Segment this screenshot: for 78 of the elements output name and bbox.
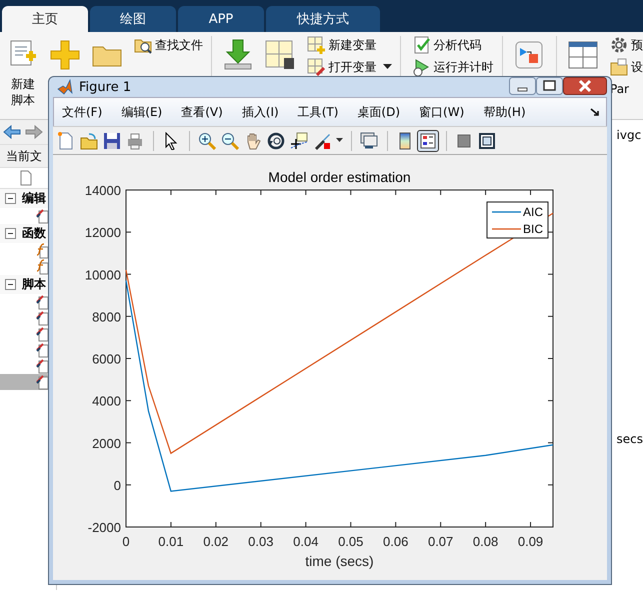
brush-icon[interactable] — [313, 132, 331, 150]
open-folder-icon[interactable] — [80, 132, 98, 150]
forward-arrow-icon[interactable] — [25, 125, 43, 139]
menu-item[interactable]: 查看(V) — [181, 104, 223, 120]
ribbon-command[interactable]: 查找文件 — [155, 38, 203, 52]
x-tick-label: 0 — [122, 534, 130, 549]
new-document-icon[interactable] — [57, 132, 75, 150]
legend-icon[interactable] — [419, 132, 437, 150]
collapse-icon[interactable] — [5, 279, 16, 290]
close-icon[interactable] — [563, 77, 607, 95]
legend-label: BIC — [523, 222, 544, 236]
back-arrow-icon[interactable] — [3, 125, 21, 139]
grid-plus-icon[interactable] — [307, 36, 326, 54]
x-tick-label: 0.08 — [472, 534, 498, 549]
square-icon[interactable] — [455, 132, 473, 150]
collapse-icon[interactable] — [5, 228, 16, 239]
caret-icon[interactable] — [383, 64, 392, 70]
ribbon-command[interactable]: 预 — [631, 38, 643, 52]
x-tick-label: 0.02 — [203, 534, 229, 549]
maximize-icon[interactable] — [536, 77, 563, 95]
checklist-icon[interactable] — [412, 36, 430, 54]
ribbon-command[interactable]: 分析代码 — [434, 38, 482, 52]
x-tick-label: 0.03 — [248, 534, 274, 549]
printer-icon[interactable] — [126, 132, 144, 150]
ribbon-tab[interactable]: 主页 — [2, 6, 88, 32]
y-tick-label: 2000 — [92, 436, 121, 451]
zoom-in-icon[interactable] — [198, 132, 216, 150]
y-tick-label: 0 — [114, 478, 121, 493]
menu-item[interactable]: 插入(I) — [242, 104, 279, 120]
legend-box — [486, 202, 548, 238]
x-tick-label: 0.01 — [158, 534, 184, 549]
y-tick-label: 14000 — [84, 183, 121, 198]
function-file-icon[interactable] — [36, 243, 49, 259]
x-tick-label: 0.09 — [518, 534, 544, 549]
x-tick-label: 0.05 — [338, 534, 364, 549]
data-cursor-icon[interactable] — [290, 132, 308, 150]
y-tick-label: 8000 — [92, 309, 121, 324]
function-file-icon[interactable] — [36, 259, 49, 275]
y-tick-label: 4000 — [92, 394, 121, 409]
menu-item[interactable]: 编辑(E) — [121, 104, 162, 120]
caret-icon[interactable] — [336, 138, 343, 143]
minimize-icon[interactable] — [509, 77, 536, 95]
ribbon-command[interactable]: 运行并计时 — [434, 60, 494, 74]
document-icon — [20, 170, 32, 186]
panel-text: secs — [616, 432, 643, 446]
y-tick-label: 12000 — [84, 225, 121, 240]
menu-item[interactable]: 工具(T) — [298, 104, 338, 120]
collapse-icon[interactable] — [5, 193, 16, 204]
window-title: Figure 1 — [79, 80, 132, 94]
x-tick-label: 0.06 — [383, 534, 408, 549]
panel-text: ivgc — [616, 128, 642, 142]
zoom-out-icon[interactable] — [221, 132, 239, 150]
x-tick-label: 0.07 — [428, 534, 454, 549]
menu-item[interactable]: 帮助(H) — [483, 104, 526, 120]
ribbon-tab[interactable]: 快捷方式 — [266, 6, 380, 32]
y-tick-label: -2000 — [88, 520, 121, 535]
menu-item[interactable]: 桌面(D) — [357, 104, 400, 120]
chart-title: Model order estimation — [268, 169, 411, 185]
x-tick-label: 0.04 — [293, 534, 318, 549]
gear-icon[interactable] — [610, 36, 628, 54]
ribbon-command[interactable]: 打开变量 — [328, 60, 376, 74]
y-tick-label: 10000 — [84, 267, 121, 282]
menu-item[interactable]: 窗口(W) — [419, 104, 464, 120]
linked-windows-icon[interactable] — [360, 132, 378, 150]
app-logo-icon — [57, 79, 73, 95]
menu-item[interactable]: 文件(F) — [62, 104, 102, 120]
dock-arrow-icon[interactable] — [590, 107, 600, 117]
ribbon-tab[interactable]: 绘图 — [90, 6, 176, 32]
ribbon-tab[interactable]: APP — [178, 6, 264, 32]
ribbon-command[interactable]: 新建变量 — [328, 38, 376, 52]
frame-icon[interactable] — [478, 132, 496, 150]
x-axis-label: time (secs) — [305, 553, 374, 569]
rotate-icon[interactable] — [267, 132, 285, 150]
new-script-label[interactable]: 新建脚本 — [10, 76, 36, 108]
folder-icon[interactable] — [610, 58, 628, 76]
ribbon-command[interactable]: 设 — [631, 60, 643, 74]
legend-label: AIC — [523, 205, 544, 219]
y-tick-label: 6000 — [92, 352, 121, 366]
